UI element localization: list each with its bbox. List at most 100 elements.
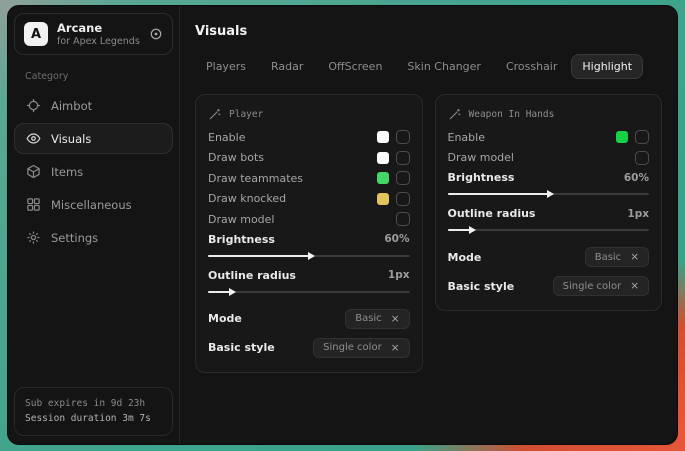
sidebar-item-label: Miscellaneous [51,198,132,212]
checkbox[interactable] [635,130,649,144]
color-swatch[interactable] [377,193,389,205]
checkbox[interactable] [396,171,410,185]
close-icon[interactable]: × [391,342,400,354]
setting-row-draw-model: Draw model [448,148,650,169]
setting-label: Basic style [208,341,275,354]
tab-crosshair[interactable]: Crosshair [495,54,568,79]
setting-label: Draw bots [208,151,264,164]
category-label: Category [25,71,162,82]
setting-label: Brightness [208,233,275,246]
brightness-slider-setting: Brightness 60% [448,168,650,204]
mode-chip[interactable]: Basic × [585,247,649,267]
chip-label: Single color [323,342,382,353]
color-swatch[interactable] [377,172,389,184]
grid-icon [26,197,41,212]
slider-thumb[interactable] [308,252,315,260]
setting-label: Outline radius [448,207,536,220]
slider-thumb[interactable] [229,288,236,296]
slider-thumb[interactable] [547,190,554,198]
cube-icon [26,164,41,179]
close-icon[interactable]: × [391,313,400,325]
session-duration-text: Session duration 3m 7s [25,411,162,427]
outline-radius-slider-setting: Outline radius 1px [208,266,410,302]
slider[interactable] [208,291,410,293]
sidebar-item-settings[interactable]: Settings [14,222,173,253]
main-content: Visuals Players Radar OffScreen Skin Cha… [180,6,677,444]
weapon-in-hands-card: Weapon In Hands Enable Draw model [435,94,663,311]
tab-offscreen[interactable]: OffScreen [317,54,393,79]
tab-radar[interactable]: Radar [260,54,314,79]
basic-style-setting: Basic style Single color × [448,274,650,298]
setting-label: Mode [208,312,242,325]
basic-style-chip[interactable]: Single color × [553,276,649,296]
card-title: Player [229,109,263,120]
setting-label: Draw model [208,213,274,226]
crosshair-icon [26,98,41,113]
setting-label: Draw model [448,151,514,164]
tab-bar: Players Radar OffScreen Skin Changer Cro… [195,54,662,79]
color-swatch[interactable] [377,152,389,164]
setting-value: 60% [384,233,409,245]
checkbox[interactable] [396,212,410,226]
sub-expiry-text: Sub expires in 9d 23h [25,396,162,412]
setting-row-draw-model: Draw model [208,209,410,230]
setting-row-draw-bots: Draw bots [208,148,410,169]
player-settings-card: Player Enable Draw bots [195,94,423,373]
setting-label: Mode [448,251,482,264]
slider[interactable] [208,255,410,257]
chip-label: Single color [563,281,622,292]
outline-radius-slider-setting: Outline radius 1px [448,204,650,240]
setting-value: 60% [624,172,649,184]
color-swatch[interactable] [616,131,628,143]
slider[interactable] [448,193,650,195]
sidebar-item-label: Settings [51,231,98,245]
setting-label: Outline radius [208,269,296,282]
card-title: Weapon In Hands [469,109,555,120]
subscription-status: Sub expires in 9d 23h Session duration 3… [14,387,173,436]
wand-icon [208,108,221,121]
setting-row-enable: Enable [448,127,650,148]
page-title: Visuals [195,24,662,39]
setting-label: Draw teammates [208,172,303,185]
sidebar-item-aimbot[interactable]: Aimbot [14,90,173,121]
app-logo: A [24,22,48,46]
checkbox[interactable] [635,151,649,165]
checkbox[interactable] [396,130,410,144]
slider[interactable] [448,229,650,231]
app-subtitle: for Apex Legends [57,36,140,47]
sidebar-item-label: Visuals [51,132,91,146]
mode-setting: Mode Basic × [208,307,410,331]
color-swatch[interactable] [377,131,389,143]
setting-label: Draw knocked [208,192,286,205]
mode-setting: Mode Basic × [448,245,650,269]
target-icon[interactable] [149,27,163,41]
setting-row-draw-teammates: Draw teammates [208,168,410,189]
checkbox[interactable] [396,151,410,165]
basic-style-chip[interactable]: Single color × [313,338,409,358]
tab-highlight[interactable]: Highlight [571,54,643,79]
sidebar-item-miscellaneous[interactable]: Miscellaneous [14,189,173,220]
sidebar-header: A Arcane for Apex Legends [14,13,173,55]
close-icon[interactable]: × [630,251,639,263]
setting-value: 1px [388,269,410,281]
sidebar-item-items[interactable]: Items [14,156,173,187]
sidebar: A Arcane for Apex Legends Category Aimbo… [8,6,180,444]
tab-skin-changer[interactable]: Skin Changer [396,54,492,79]
slider-thumb[interactable] [469,226,476,234]
sidebar-item-label: Items [51,165,83,179]
tab-players[interactable]: Players [195,54,257,79]
chip-label: Basic [355,313,381,324]
checkbox[interactable] [396,192,410,206]
eye-icon [26,131,41,146]
gear-icon [26,230,41,245]
setting-label: Basic style [448,280,515,293]
app-title: Arcane [57,21,140,35]
close-icon[interactable]: × [630,280,639,292]
sidebar-item-visuals[interactable]: Visuals [14,123,173,154]
setting-value: 1px [627,208,649,220]
wand-icon [448,108,461,121]
setting-label: Enable [448,131,485,144]
brightness-slider-setting: Brightness 60% [208,230,410,266]
setting-row-enable: Enable [208,127,410,148]
mode-chip[interactable]: Basic × [345,309,409,329]
